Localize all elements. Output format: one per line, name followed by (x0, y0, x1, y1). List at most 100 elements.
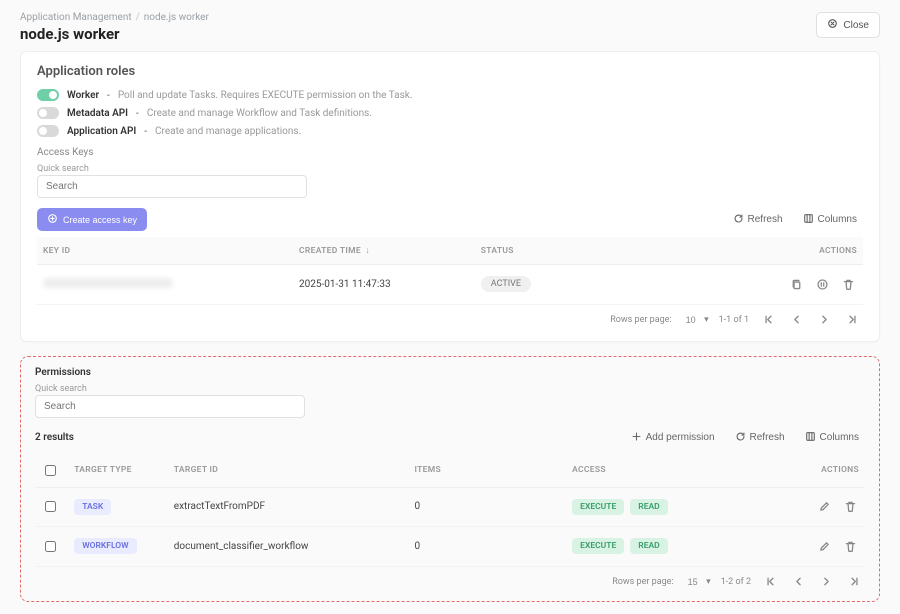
toggle-application[interactable] (37, 125, 59, 137)
search-label: Quick search (35, 384, 865, 394)
permission-row: TASK extractTextFromPDF 0 EXECUTE READ (35, 487, 865, 527)
pager-first-button[interactable] (759, 311, 777, 329)
permissions-heading: Permissions (35, 367, 865, 378)
access-key-row: 2025-01-31 11:47:33 ACTIVE (37, 265, 863, 305)
pause-key-button[interactable] (813, 275, 831, 293)
search-label: Quick search (37, 164, 863, 174)
add-permission-button[interactable]: Add permission (625, 428, 721, 448)
target-id-value: extractTextFromPDF (168, 487, 409, 527)
role-name: Worker (67, 90, 99, 101)
col-actions: ACTIONS (723, 237, 863, 265)
access-badge: READ (630, 499, 667, 515)
sort-down-icon: ↓ (365, 246, 370, 256)
target-id-value: document_classifier_workflow (168, 527, 409, 567)
rpp-select[interactable]: 10 (682, 313, 709, 327)
rpp-label: Rows per page: (612, 577, 673, 587)
edit-permission-button[interactable] (815, 498, 833, 516)
plus-icon (631, 431, 642, 445)
rpp-select[interactable]: 15 (684, 575, 711, 589)
breadcrumb-separator: / (136, 12, 140, 23)
create-key-label: Create access key (63, 215, 137, 225)
columns-permissions-button[interactable]: Columns (799, 428, 865, 448)
add-permission-label: Add permission (646, 432, 715, 443)
access-badge: EXECUTE (572, 538, 624, 554)
columns-access-keys-button[interactable]: Columns (797, 210, 863, 230)
access-badge: READ (630, 538, 667, 554)
role-name: Application API (67, 126, 136, 137)
target-type-badge: TASK (74, 499, 111, 515)
delete-key-button[interactable] (839, 275, 857, 293)
col-items[interactable]: ITEMS (408, 454, 566, 488)
refresh-label: Refresh (748, 214, 783, 225)
permission-row: WORKFLOW document_classifier_workflow 0 … (35, 527, 865, 567)
pager-last-button[interactable] (845, 573, 863, 591)
role-desc: Poll and update Tasks. Requires EXECUTE … (118, 90, 413, 101)
items-value: 0 (408, 487, 566, 527)
breadcrumb: Application Management / node.js worker (20, 12, 209, 23)
columns-icon (805, 431, 816, 445)
refresh-label: Refresh (750, 432, 785, 443)
col-actions: ACTIONS (774, 454, 865, 488)
roles-card: Application roles Worker - Poll and upda… (20, 51, 880, 342)
close-label: Close (843, 20, 869, 31)
permissions-table: TARGET TYPE TARGET ID ITEMS ACCESS ACTIO… (35, 454, 865, 567)
columns-icon (803, 213, 814, 227)
breadcrumb-parent[interactable]: Application Management (20, 12, 132, 23)
row-checkbox[interactable] (45, 541, 56, 552)
access-keys-search: Quick search (37, 164, 863, 198)
pager-next-button[interactable] (817, 573, 835, 591)
key-id-redacted (43, 278, 173, 288)
key-created-value: 2025-01-31 11:47:33 (293, 265, 475, 305)
permissions-pager: Rows per page: 15 ▾ 1-2 of 2 (35, 567, 865, 591)
access-keys-table: KEY ID CREATED TIME ↓ STATUS ACTIONS 202… (37, 237, 863, 305)
permissions-search: Quick search (35, 384, 865, 418)
toggle-metadata[interactable] (37, 107, 59, 119)
edit-permission-button[interactable] (815, 537, 833, 555)
delete-permission-button[interactable] (841, 537, 859, 555)
pager-last-button[interactable] (843, 311, 861, 329)
target-type-badge: WORKFLOW (74, 538, 136, 554)
col-target-id[interactable]: TARGET ID (168, 454, 409, 488)
items-value: 0 (408, 527, 566, 567)
role-desc: Create and manage applications. (155, 126, 301, 137)
columns-label: Columns (818, 214, 857, 225)
pager-first-button[interactable] (761, 573, 779, 591)
role-desc: Create and manage Workflow and Task defi… (147, 108, 372, 119)
refresh-permissions-button[interactable]: Refresh (729, 428, 791, 448)
role-row-metadata: Metadata API - Create and manage Workflo… (37, 107, 863, 119)
columns-label: Columns (820, 432, 859, 443)
col-created[interactable]: CREATED TIME ↓ (293, 237, 475, 265)
roles-heading: Application roles (37, 64, 863, 79)
role-name: Metadata API (67, 108, 128, 119)
page-title: node.js worker (20, 25, 209, 43)
create-access-key-button[interactable]: Create access key (37, 208, 147, 231)
pager-prev-button[interactable] (789, 573, 807, 591)
permissions-results-count: 2 results (35, 432, 74, 443)
access-keys-pager: Rows per page: 10 ▾ 1-1 of 1 (37, 305, 863, 329)
col-status[interactable]: STATUS (475, 237, 723, 265)
col-key-id[interactable]: KEY ID (37, 237, 293, 265)
delete-permission-button[interactable] (841, 498, 859, 516)
row-checkbox[interactable] (45, 501, 56, 512)
select-all-checkbox[interactable] (45, 465, 56, 476)
refresh-icon (733, 213, 744, 227)
breadcrumb-current: node.js worker (144, 12, 209, 23)
pager-next-button[interactable] (815, 311, 833, 329)
close-button[interactable]: Close (816, 12, 880, 38)
permissions-search-input[interactable] (35, 395, 305, 418)
access-keys-heading: Access Keys (37, 147, 863, 158)
plus-circle-icon (47, 213, 58, 226)
col-access[interactable]: ACCESS (566, 454, 774, 488)
pager-range: 1-2 of 2 (721, 577, 751, 587)
refresh-access-keys-button[interactable]: Refresh (727, 210, 789, 230)
col-target-type[interactable]: TARGET TYPE (68, 454, 168, 488)
pager-prev-button[interactable] (787, 311, 805, 329)
access-badge: EXECUTE (572, 499, 624, 515)
permissions-panel: Permissions Quick search 2 results Add p… (20, 356, 880, 602)
access-keys-search-input[interactable] (37, 175, 307, 198)
copy-key-button[interactable] (787, 275, 805, 293)
role-row-worker: Worker - Poll and update Tasks. Requires… (37, 89, 863, 101)
close-icon (827, 18, 838, 32)
toggle-worker[interactable] (37, 89, 59, 101)
pager-range: 1-1 of 1 (719, 315, 749, 325)
